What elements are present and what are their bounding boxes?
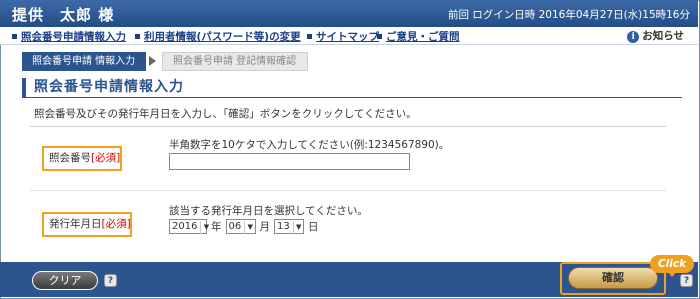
day-unit: 日 (308, 221, 319, 233)
nav-link-label: 利用者情報(パスワード等)の変更 (144, 31, 301, 43)
number-hint: 半角数字を10ケタで入力してください(例:1234567890)。 (169, 139, 450, 151)
chevron-down-icon: ▼ (292, 221, 304, 234)
month-select[interactable]: 06 ▼ (225, 219, 256, 234)
nav-link-label: サイトマップ (316, 31, 379, 43)
page-title: 照会番号申請情報入力 (22, 78, 682, 98)
bullet-icon (377, 33, 382, 39)
help-icon[interactable]: ? (104, 274, 117, 287)
field-label: 発行年月日 (49, 218, 102, 230)
date-label-box: 発行年月日[必須] (42, 212, 132, 237)
help-icon[interactable]: ? (680, 274, 693, 287)
day-select[interactable]: 13 ▼ (274, 219, 304, 234)
reference-number-input[interactable] (169, 153, 410, 170)
last-login-time: 前回 ログイン日時 2016年04月27日(水)15時16分 (447, 9, 690, 21)
bullet-icon (12, 33, 17, 39)
required-mark: [必須] (101, 218, 131, 230)
month-value: 06 (228, 221, 242, 232)
step-next: 照会番号申請 登記情報確認 (162, 52, 308, 71)
nav-link-request-input[interactable]: 照会番号申請情報入力 (12, 29, 126, 44)
month-unit: 月 (259, 221, 271, 233)
form-row-date: 発行年月日[必須] 該当する発行年月日を選択してください。 2016 ▼ 年 06 ▼ 月… (30, 191, 666, 261)
notice-label: お知らせ (642, 30, 684, 42)
nav-link-user-settings[interactable]: 利用者情報(パスワード等)の変更 (135, 29, 301, 44)
user-name: 提供 太郎 様 (12, 6, 115, 24)
bullet-icon (307, 33, 312, 39)
nav-link-label: ご意見・ご質問 (386, 31, 460, 43)
input-form: 照会番号[必須] 半角数字を10ケタで入力してください(例:1234567890… (30, 126, 666, 260)
date-hint: 該当する発行年月日を選択してください。 (169, 205, 368, 217)
field-label: 照会番号 (49, 152, 91, 164)
info-icon: i (627, 31, 640, 43)
nav-link-feedback[interactable]: ご意見・ご質問 (377, 29, 460, 44)
instruction-text: 照会番号及びその発行年月日を入力し、「確認」ボタンをクリックしてください。 (34, 108, 417, 120)
day-value: 13 (277, 221, 290, 232)
clear-button[interactable]: クリア (32, 271, 98, 290)
bullet-icon (135, 33, 140, 39)
chevron-down-icon: ▼ (244, 221, 255, 234)
notice-link[interactable]: i お知らせ (627, 28, 684, 43)
year-select[interactable]: 2016 ▼ (169, 219, 209, 234)
required-mark: [必須] (91, 152, 121, 164)
step-arrow-icon (149, 56, 156, 66)
header-bar: 提供 太郎 様 前回 ログイン日時 2016年04月27日(水)15時16分 (0, 0, 698, 27)
form-row-number: 照会番号[必須] 半角数字を10ケタで入力してください(例:1234567890… (30, 127, 666, 191)
number-label-box: 照会番号[必須] (42, 146, 122, 171)
click-callout: Click (650, 255, 694, 277)
nav-link-sitemap[interactable]: サイトマップ (307, 29, 379, 44)
date-selectors: 2016 ▼ 年 06 ▼ 月 13 ▼ 日 (169, 219, 323, 235)
year-unit: 年 (211, 221, 222, 233)
year-value: 2016 (172, 221, 198, 232)
chevron-down-icon: ▼ (200, 221, 211, 234)
step-current: 照会番号申請 情報入力 (22, 52, 146, 71)
nav-link-label: 照会番号申請情報入力 (21, 31, 126, 43)
nav-bar: 照会番号申請情報入力 利用者情報(パスワード等)の変更 サイトマップ ご意見・ご… (0, 27, 698, 45)
confirm-button[interactable]: 確認 (568, 267, 658, 289)
